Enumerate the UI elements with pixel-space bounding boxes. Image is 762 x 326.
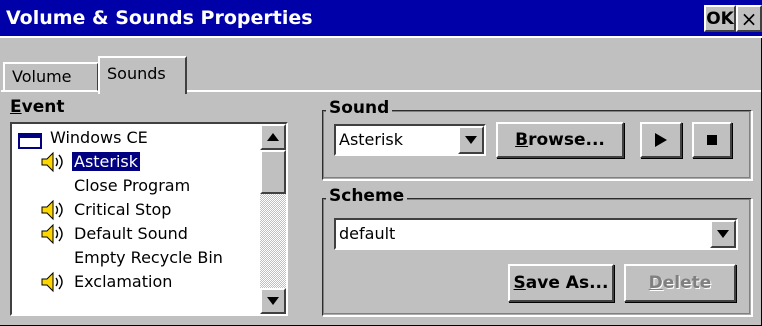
dialog-window: Volume & Sounds Properties OK × Volume S… (0, 0, 762, 326)
play-button[interactable] (640, 122, 682, 158)
scroll-down-button[interactable] (260, 288, 286, 314)
list-item-windows-ce[interactable]: Windows CE (14, 126, 150, 150)
list-item-label: Close Program (74, 176, 191, 195)
list-item-label: Windows CE (50, 128, 148, 147)
browse-mnemonic: B (515, 130, 529, 150)
browse-button[interactable]: Browse... (496, 122, 624, 158)
sound-dropdown-arrow[interactable] (458, 126, 484, 154)
tab-sounds[interactable]: Sounds (98, 56, 187, 94)
delete-mnemonic: D (648, 273, 663, 293)
stop-icon (707, 135, 717, 145)
event-label-rest: vent (21, 97, 65, 117)
speaker-icon (41, 271, 63, 293)
speaker-icon (41, 223, 63, 245)
list-item-critical-stop[interactable]: Critical Stop (40, 198, 173, 222)
save-as-mnemonic: S (513, 273, 526, 293)
list-item-exclamation[interactable]: Exclamation (40, 270, 174, 294)
sound-group-label: Sound (326, 98, 393, 118)
arrow-down-icon (267, 297, 279, 305)
list-item-label: Critical Stop (74, 200, 172, 219)
folder-icon (18, 133, 42, 149)
sound-dropdown-value: Asterisk (339, 130, 404, 149)
list-item-label: Asterisk (72, 152, 141, 171)
list-item-asterisk[interactable]: Asterisk (40, 150, 141, 174)
sound-dropdown[interactable]: Asterisk (334, 124, 486, 156)
list-item-label: Exclamation (74, 272, 173, 291)
list-item-close-program[interactable]: Close Program (40, 174, 192, 198)
tab-volume[interactable]: Volume (3, 62, 99, 92)
save-as-button[interactable]: Save As... (508, 264, 614, 302)
scroll-up-button[interactable] (260, 124, 286, 150)
list-item-empty-recycle-bin[interactable]: Empty Recycle Bin (40, 246, 225, 270)
scheme-dropdown-arrow[interactable] (710, 220, 736, 248)
close-button[interactable]: × (736, 5, 762, 32)
list-item-label: Default Sound (74, 224, 188, 243)
play-icon (655, 133, 667, 147)
scroll-thumb[interactable] (260, 150, 286, 194)
event-label: Event (10, 97, 64, 117)
speaker-icon (41, 151, 63, 173)
speaker-icon (41, 199, 63, 221)
scheme-dropdown[interactable]: default (334, 218, 738, 250)
delete-button[interactable]: Delete (624, 264, 736, 302)
scheme-group-label: Scheme (326, 186, 408, 206)
chevron-down-icon (717, 230, 729, 238)
event-list[interactable]: Windows CE Asterisk Close Program Critic… (10, 122, 288, 316)
browse-label: rowse... (528, 130, 605, 150)
event-label-mnemonic: E (10, 97, 22, 117)
title-bar: Volume & Sounds Properties OK × (0, 0, 762, 38)
save-as-label: ave As... (525, 273, 609, 293)
chevron-down-icon (465, 136, 477, 144)
scheme-dropdown-value: default (339, 224, 396, 243)
list-item-default-sound[interactable]: Default Sound (40, 222, 190, 246)
stop-button[interactable] (692, 122, 732, 158)
ok-button[interactable]: OK (704, 5, 736, 32)
vertical-scrollbar[interactable] (260, 124, 286, 314)
arrow-up-icon (267, 133, 279, 141)
delete-label: elete (662, 273, 712, 293)
window-title: Volume & Sounds Properties (6, 7, 313, 29)
list-item-label: Empty Recycle Bin (74, 248, 223, 267)
